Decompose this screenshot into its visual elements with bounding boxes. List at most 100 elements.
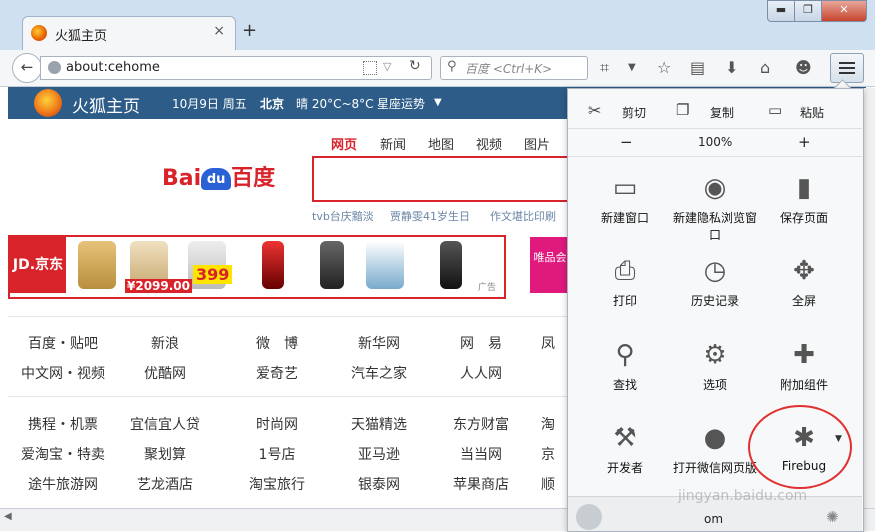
weather-text: 晴 20°C~8°C [296, 97, 374, 111]
site-link[interactable]: 淘 [530, 414, 566, 434]
menu-item-chat[interactable]: 打开微信网页版 [670, 459, 760, 476]
site-link[interactable]: 网 易 [436, 333, 526, 353]
close-window-button[interactable]: ✕ [821, 0, 867, 22]
site-link[interactable]: 爱淘宝・特卖 [18, 444, 108, 464]
site-link[interactable]: 优酷网 [120, 363, 210, 383]
menu-item-wrench[interactable]: 开发者 [580, 459, 670, 476]
account-avatar[interactable] [576, 504, 602, 530]
crop-dropdown-icon[interactable]: ▼ [628, 62, 636, 73]
site-link[interactable]: 宜信宜人贷 [120, 414, 210, 434]
account-text[interactable]: om [704, 512, 723, 526]
site-link[interactable]: 新浪 [120, 333, 210, 353]
zoom-level[interactable]: 100% [698, 135, 732, 149]
site-link[interactable]: 聚划算 [120, 444, 210, 464]
firefox-favicon-icon [31, 25, 47, 41]
baidu-tab-web[interactable]: 网页 [331, 134, 357, 153]
vip-ad-banner[interactable]: 唯品会 [530, 237, 570, 293]
site-link[interactable]: 凤 [530, 333, 566, 353]
jd-logo: JD.京东 [10, 237, 66, 293]
site-link[interactable]: 当当网 [436, 444, 526, 464]
zoom-out-button[interactable]: − [620, 133, 633, 151]
site-link[interactable]: 淘宝旅行 [232, 474, 322, 494]
chevron-down-icon[interactable]: ▼ [434, 97, 442, 108]
site-link[interactable]: 东方财富 [436, 414, 526, 434]
site-link[interactable]: 微 博 [232, 333, 322, 353]
site-link[interactable]: 艺龙酒店 [120, 474, 210, 494]
customize-icon[interactable]: ✺ [826, 508, 839, 526]
site-link[interactable]: 汽车之家 [334, 363, 424, 383]
search-box[interactable]: ⚲ 百度 <Ctrl+K> [440, 56, 588, 80]
crop-icon[interactable]: ⌗ [600, 58, 609, 78]
site-link[interactable]: 人人网 [436, 363, 526, 383]
reload-icon[interactable]: ↻ [409, 58, 421, 74]
menu-item-magnifier[interactable]: 查找 [580, 376, 670, 393]
clock-icon: ◷ [703, 256, 727, 286]
site-link[interactable]: 亚马逊 [334, 444, 424, 464]
mask-icon: ◉ [703, 173, 727, 203]
minimize-button[interactable]: ▬ [767, 0, 795, 22]
reading-list-icon[interactable]: ▤ [690, 58, 705, 77]
site-link[interactable]: 1号店 [232, 444, 322, 464]
menu-cut[interactable]: 剪切 [622, 104, 646, 121]
city-link[interactable]: 北京 [260, 95, 284, 112]
menu-item-clock[interactable]: 历史记录 [670, 292, 760, 309]
site-link[interactable]: 中文网・视频 [18, 363, 108, 383]
baidu-tab-video[interactable]: 视频 [476, 134, 502, 153]
back-button[interactable]: ← [12, 53, 42, 83]
qr-code-icon[interactable] [363, 61, 377, 75]
new-tab-button[interactable]: + [242, 20, 257, 41]
menu-item-printer[interactable]: 打印 [580, 292, 670, 309]
shaver-product-image [440, 241, 462, 289]
site-link[interactable]: 京 [530, 444, 566, 464]
site-link[interactable]: 途牛旅游网 [18, 474, 108, 494]
site-link[interactable]: 银泰网 [334, 474, 424, 494]
site-link[interactable]: 时尚网 [232, 414, 322, 434]
menu-item-window[interactable]: 新建窗口 [580, 209, 670, 226]
bookmark-star-icon[interactable]: ☆ [657, 58, 671, 77]
hot-search-3[interactable]: 作文堪比印刷 [490, 208, 556, 224]
search-engine-icon: ⚲ [447, 59, 457, 74]
divider [8, 316, 568, 317]
scroll-left-icon[interactable]: ◀ [4, 511, 12, 522]
baidu-tab-news[interactable]: 新闻 [380, 134, 406, 153]
baidu-tab-map[interactable]: 地图 [428, 134, 454, 153]
history-dropdown-icon[interactable]: ▽ [383, 60, 391, 73]
zoom-in-button[interactable]: + [798, 133, 811, 151]
tab-firefox-home[interactable]: 火狐主页 × [22, 16, 236, 51]
menu-item-puzzle[interactable]: 附加组件 [759, 376, 849, 393]
hot-search-1[interactable]: tvb台庆黯淡 [312, 208, 374, 224]
menu-item-mask[interactable]: 新建隐私浏览窗口 [670, 209, 760, 243]
hamburger-menu-button[interactable] [830, 53, 864, 83]
site-link[interactable]: 顺 [530, 474, 566, 494]
menu-item-gear[interactable]: 选项 [670, 376, 760, 393]
divider [568, 156, 862, 157]
site-link[interactable]: 天猫精选 [334, 414, 424, 434]
menu-item-page[interactable]: 保存页面 [759, 209, 849, 226]
download-icon[interactable]: ⬇ [725, 58, 738, 77]
chat-icon[interactable]: ☻ [795, 58, 812, 77]
tab-close-icon[interactable]: × [213, 23, 225, 39]
price-label: 399 [193, 265, 233, 284]
home-icon[interactable]: ⌂ [760, 58, 770, 77]
menu-copy[interactable]: 复制 [710, 104, 734, 121]
site-link[interactable]: 百度・贴吧 [18, 333, 108, 353]
site-link[interactable]: 新华网 [334, 333, 424, 353]
page-icon: ▮ [796, 173, 812, 203]
tab-title: 火狐主页 [55, 29, 108, 44]
site-link[interactable]: 携程・机票 [18, 414, 108, 434]
site-link[interactable]: 爱奇艺 [232, 363, 322, 383]
phone-product-image [78, 241, 116, 289]
date-text: 10月9日 周五 [172, 97, 247, 111]
clipboard-icon: ▭ [768, 101, 783, 119]
hot-search-2[interactable]: 贾静雯41岁生日 [390, 208, 470, 224]
url-bar[interactable]: about:cehome ▽ ↻ [40, 56, 432, 80]
horoscope-link[interactable]: 星座运势 [377, 95, 425, 112]
menu-item-fullscreen[interactable]: 全屏 [759, 292, 849, 309]
baidu-tab-image[interactable]: 图片 [524, 134, 550, 153]
maximize-button[interactable]: ❐ [794, 0, 822, 22]
url-text: about:cehome [66, 60, 160, 75]
baidu-search-input[interactable] [312, 156, 574, 202]
menu-paste[interactable]: 粘贴 [800, 104, 824, 121]
firebug-dropdown-icon[interactable]: ▼ [835, 434, 842, 444]
site-link[interactable]: 苹果商店 [436, 474, 526, 494]
